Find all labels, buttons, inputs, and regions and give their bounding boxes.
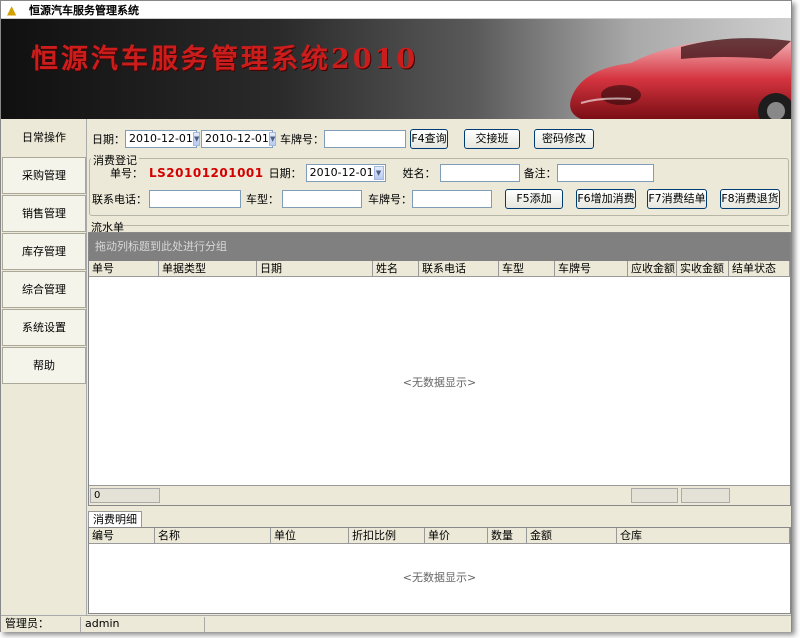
phone-label: 联系电话： xyxy=(92,193,147,206)
date-to-select[interactable]: 2010-12-01 ▼ xyxy=(201,130,277,148)
column-header[interactable]: 折扣比例 xyxy=(349,528,425,543)
column-header[interactable]: 编号 xyxy=(89,528,155,543)
column-header[interactable]: 车型 xyxy=(499,261,555,276)
ledger-footer: 0 xyxy=(89,485,790,505)
status-bar: 管理员： admin xyxy=(1,615,791,632)
detail-empty-text: <无数据显示> xyxy=(402,571,477,584)
ledger-total-received xyxy=(681,488,730,503)
phone-input[interactable] xyxy=(149,190,241,208)
detail-grid: 编号 名称 单位 折扣比例 单价 数量 金额 仓库 <无数据显示> xyxy=(88,527,791,614)
refund-button[interactable]: F8消费退货 xyxy=(720,189,780,209)
query-plate-label: 车牌号： xyxy=(280,133,324,146)
query-button[interactable]: F4查询 xyxy=(410,129,448,149)
chevron-down-icon[interactable]: ▼ xyxy=(373,166,384,180)
column-header[interactable]: 单据类型 xyxy=(159,261,257,276)
register-row-2: 联系电话： 车型： 车牌号： F5添加 F6增加消费 F7消费结单 F8消费退货 xyxy=(92,189,780,209)
ledger-grid: 拖动列标题到此处进行分组 单号 单据类型 日期 姓名 联系电话 车型 车牌号 应… xyxy=(88,232,791,506)
query-plate-input[interactable] xyxy=(324,130,406,148)
column-header[interactable]: 数量 xyxy=(488,528,527,543)
main-panel: 日期： 2010-12-01 ▼ 2010-12-01 ▼ 车牌号： F4查询 … xyxy=(87,119,791,615)
remark-label: 备注： xyxy=(523,167,557,180)
title-bar: ▲ 恒源汽车服务管理系统 xyxy=(1,1,791,19)
change-password-button[interactable]: 密码修改 xyxy=(534,129,594,149)
register-date-label: 日期： xyxy=(268,167,302,180)
register-plate-input[interactable] xyxy=(412,190,492,208)
remark-input[interactable] xyxy=(556,164,654,182)
settle-button[interactable]: F7消费结单 xyxy=(647,189,707,209)
car-image xyxy=(570,38,791,119)
column-header[interactable]: 应收金额 xyxy=(628,261,677,276)
name-label: 姓名： xyxy=(402,167,436,180)
sidebar-item-purchase[interactable]: 采购管理 xyxy=(2,157,86,194)
header-banner: 恒源汽车服务管理系统2010 xyxy=(1,19,791,119)
tab-consumption-detail[interactable]: 消费明细 xyxy=(88,511,142,527)
shift-handover-button[interactable]: 交接班 xyxy=(464,129,520,149)
operator-value: admin xyxy=(81,616,205,632)
ledger-total-receivable xyxy=(631,488,678,503)
ledger-header: 单号 单据类型 日期 姓名 联系电话 车型 车牌号 应收金额 实收金额 结单状态 xyxy=(89,261,790,277)
order-no-label: 单号： xyxy=(110,167,143,180)
app-car-icon: ▲ xyxy=(7,2,17,17)
column-header[interactable]: 日期 xyxy=(257,261,373,276)
column-header[interactable]: 单号 xyxy=(89,261,159,276)
sidebar-item-sales[interactable]: 销售管理 xyxy=(2,195,86,232)
query-date-label: 日期： xyxy=(92,133,125,146)
sidebar: 日常操作 采购管理 销售管理 库存管理 综合管理 系统设置 帮助 xyxy=(1,119,87,615)
group-by-panel[interactable]: 拖动列标题到此处进行分组 xyxy=(89,233,790,261)
register-plate-label: 车牌号： xyxy=(368,193,412,206)
column-header[interactable]: 单价 xyxy=(425,528,488,543)
ledger-divider xyxy=(123,225,789,226)
sidebar-item-general[interactable]: 综合管理 xyxy=(2,271,86,308)
chevron-down-icon[interactable]: ▼ xyxy=(192,132,201,146)
app-window: ▲ 恒源汽车服务管理系统 恒源汽车服务管理系统2010 日常操作 采购管理 销售… xyxy=(0,0,792,632)
banner-title: 恒源汽车服务管理系统2010 xyxy=(31,44,419,75)
column-header[interactable]: 仓库 xyxy=(617,528,790,543)
name-input[interactable] xyxy=(439,164,520,182)
order-no-value: LS20101201001 xyxy=(149,166,264,180)
add-consumption-button[interactable]: F6增加消费 xyxy=(576,189,636,209)
column-header[interactable]: 结单状态 xyxy=(729,261,790,276)
sidebar-item-inventory[interactable]: 库存管理 xyxy=(2,233,86,270)
column-header[interactable]: 实收金额 xyxy=(677,261,729,276)
column-header[interactable]: 车牌号 xyxy=(555,261,628,276)
car-model-input[interactable] xyxy=(282,190,362,208)
column-header[interactable]: 金额 xyxy=(527,528,617,543)
status-panel xyxy=(205,617,791,632)
query-bar: 日期： 2010-12-01 ▼ 2010-12-01 ▼ 车牌号： F4查询 … xyxy=(92,129,594,149)
date-to-value: 2010-12-01 xyxy=(205,132,269,145)
sidebar-item-daily[interactable]: 日常操作 xyxy=(2,119,86,156)
register-row-1: 单号： LS20101201001 日期： 2010-12-01 ▼ 姓名： 备… xyxy=(110,164,654,182)
column-header[interactable]: 联系电话 xyxy=(419,261,499,276)
column-header[interactable]: 姓名 xyxy=(373,261,419,276)
sidebar-item-settings[interactable]: 系统设置 xyxy=(2,309,86,346)
add-button[interactable]: F5添加 xyxy=(505,189,563,209)
sidebar-item-help[interactable]: 帮助 xyxy=(2,347,86,384)
detail-header: 编号 名称 单位 折扣比例 单价 数量 金额 仓库 xyxy=(89,528,790,544)
ledger-empty-text: <无数据显示> xyxy=(402,376,477,389)
date-from-value: 2010-12-01 xyxy=(129,132,193,145)
window-title: 恒源汽车服务管理系统 xyxy=(29,3,139,17)
register-date-value: 2010-12-01 xyxy=(309,166,374,179)
register-date-select[interactable]: 2010-12-01 ▼ xyxy=(305,164,386,182)
column-header[interactable]: 单位 xyxy=(271,528,349,543)
ledger-row-count: 0 xyxy=(90,488,160,503)
chevron-down-icon[interactable]: ▼ xyxy=(268,132,277,146)
operator-label: 管理员： xyxy=(1,616,81,632)
date-from-select[interactable]: 2010-12-01 ▼ xyxy=(125,130,201,148)
car-model-label: 车型： xyxy=(246,193,279,206)
column-header[interactable]: 名称 xyxy=(155,528,271,543)
